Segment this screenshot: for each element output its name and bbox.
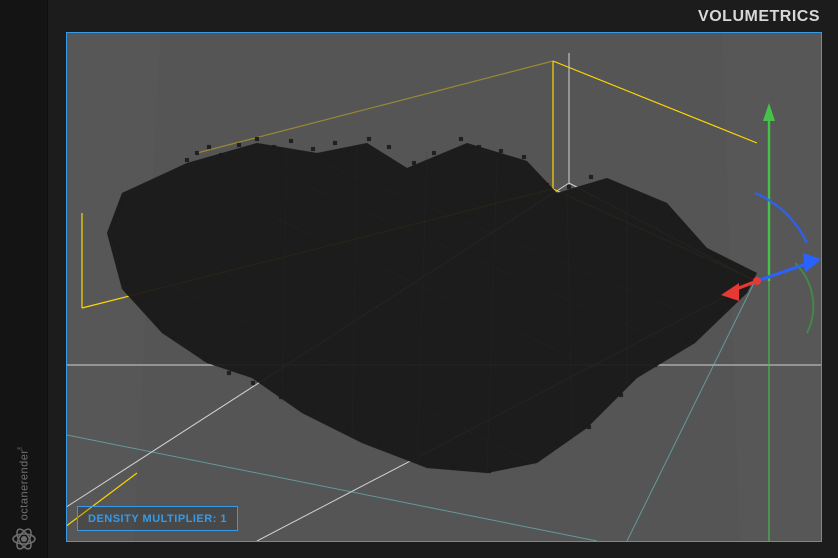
brand-block: octanerender™: [4, 443, 44, 554]
brand-label: octanerender™: [17, 443, 31, 520]
content-area: VOLUMETRICS: [48, 0, 838, 558]
axis-z-icon: [755, 193, 821, 281]
brand-logo-icon: [9, 524, 39, 554]
app-sidebar: octanerender™: [0, 0, 48, 558]
transform-gizmo[interactable]: [721, 103, 821, 541]
axis-y-icon: [763, 103, 813, 541]
voxel-volume: [107, 137, 757, 473]
scene-canvas: [67, 33, 821, 541]
render-viewport[interactable]: DENSITY MULTIPLIER: 1: [66, 32, 822, 542]
density-multiplier-badge: DENSITY MULTIPLIER: 1: [77, 506, 238, 531]
density-multiplier-label: DENSITY MULTIPLIER: 1: [88, 513, 227, 525]
panel-title: VOLUMETRICS: [698, 8, 820, 26]
